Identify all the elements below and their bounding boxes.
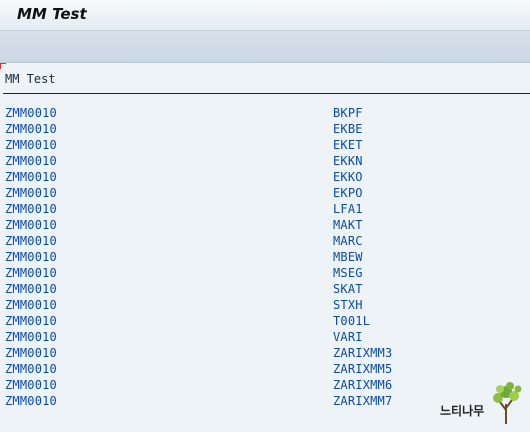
title-bar: MM Test	[0, 0, 530, 31]
table-name[interactable]: MARC	[333, 233, 363, 249]
table-name[interactable]: EKKN	[333, 153, 363, 169]
program-name[interactable]: ZMM0010	[5, 393, 57, 409]
table-name[interactable]: EKET	[333, 137, 363, 153]
list-row[interactable]: ZMM0010 EKET	[0, 137, 530, 153]
list-row[interactable]: ZMM0010 T001L	[0, 313, 530, 329]
application-toolbar	[0, 31, 530, 63]
list-row[interactable]: ZMM0010 SKAT	[0, 281, 530, 297]
program-name[interactable]: ZMM0010	[5, 201, 57, 217]
list-row[interactable]: ZMM0010 MSEG	[0, 265, 530, 281]
list-row[interactable]: ZMM0010 EKKN	[0, 153, 530, 169]
list-row[interactable]: ZMM0010 VARI	[0, 329, 530, 345]
list-row[interactable]: ZMM0010 ZARIXMM5	[0, 361, 530, 377]
list-row[interactable]: ZMM0010 BKPF	[0, 105, 530, 121]
table-name[interactable]: EKKO	[333, 169, 363, 185]
watermark: 느티나무	[440, 380, 526, 424]
list-row[interactable]: ZMM0010 EKKO	[0, 169, 530, 185]
program-name[interactable]: ZMM0010	[5, 345, 57, 361]
table-name[interactable]: BKPF	[333, 105, 363, 121]
table-name[interactable]: ZARIXMM7	[333, 393, 392, 409]
window-title: MM Test	[17, 5, 87, 23]
list-row[interactable]: ZMM0010 EKPO	[0, 185, 530, 201]
list-header: MM Test	[5, 72, 56, 86]
table-name[interactable]: SKAT	[333, 281, 363, 297]
program-name[interactable]: ZMM0010	[5, 233, 57, 249]
watermark-text: 느티나무	[440, 404, 485, 418]
list-row[interactable]: ZMM0010 EKBE	[0, 121, 530, 137]
list-rows: ZMM0010 BKPF ZMM0010 EKBE ZMM0010 EKET ZMM0010…	[0, 105, 530, 409]
list-row[interactable]: ZMM0010 ZARIXMM3	[0, 345, 530, 361]
list-row[interactable]: ZMM0010 MBEW	[0, 249, 530, 265]
program-name[interactable]: ZMM0010	[5, 121, 57, 137]
program-name[interactable]: ZMM0010	[5, 361, 57, 377]
table-name[interactable]: VARI	[333, 329, 363, 345]
program-name[interactable]: ZMM0010	[5, 153, 57, 169]
program-name[interactable]: ZMM0010	[5, 313, 57, 329]
table-name[interactable]: MBEW	[333, 249, 363, 265]
program-name[interactable]: ZMM0010	[5, 281, 57, 297]
table-name[interactable]: MAKT	[333, 217, 363, 233]
program-name[interactable]: ZMM0010	[5, 185, 57, 201]
table-name[interactable]: EKBE	[333, 121, 363, 137]
program-name[interactable]: ZMM0010	[5, 265, 57, 281]
header-divider	[3, 93, 530, 94]
list-row[interactable]: ZMM0010 MAKT	[0, 217, 530, 233]
table-name[interactable]: ZARIXMM3	[333, 345, 392, 361]
program-name[interactable]: ZMM0010	[5, 377, 57, 393]
program-name[interactable]: ZMM0010	[5, 217, 57, 233]
list-output-area: MM Test ZMM0010 BKPF ZMM0010 EKBE ZMM0010 EKE…	[0, 63, 530, 432]
table-name[interactable]: STXH	[333, 297, 363, 313]
cursor-marker	[0, 63, 6, 69]
program-name[interactable]: ZMM0010	[5, 137, 57, 153]
table-name[interactable]: LFA1	[333, 201, 363, 217]
program-name[interactable]: ZMM0010	[5, 105, 57, 121]
table-name[interactable]: ZARIXMM5	[333, 361, 392, 377]
list-row[interactable]: ZMM0010 LFA1	[0, 201, 530, 217]
list-row[interactable]: ZMM0010 MARC	[0, 233, 530, 249]
program-name[interactable]: ZMM0010	[5, 329, 57, 345]
table-name[interactable]: ZARIXMM6	[333, 377, 392, 393]
table-name[interactable]: EKPO	[333, 185, 363, 201]
program-name[interactable]: ZMM0010	[5, 249, 57, 265]
table-name[interactable]: MSEG	[333, 265, 363, 281]
program-name[interactable]: ZMM0010	[5, 297, 57, 313]
table-name[interactable]: T001L	[333, 313, 370, 329]
list-row[interactable]: ZMM0010 STXH	[0, 297, 530, 313]
program-name[interactable]: ZMM0010	[5, 169, 57, 185]
